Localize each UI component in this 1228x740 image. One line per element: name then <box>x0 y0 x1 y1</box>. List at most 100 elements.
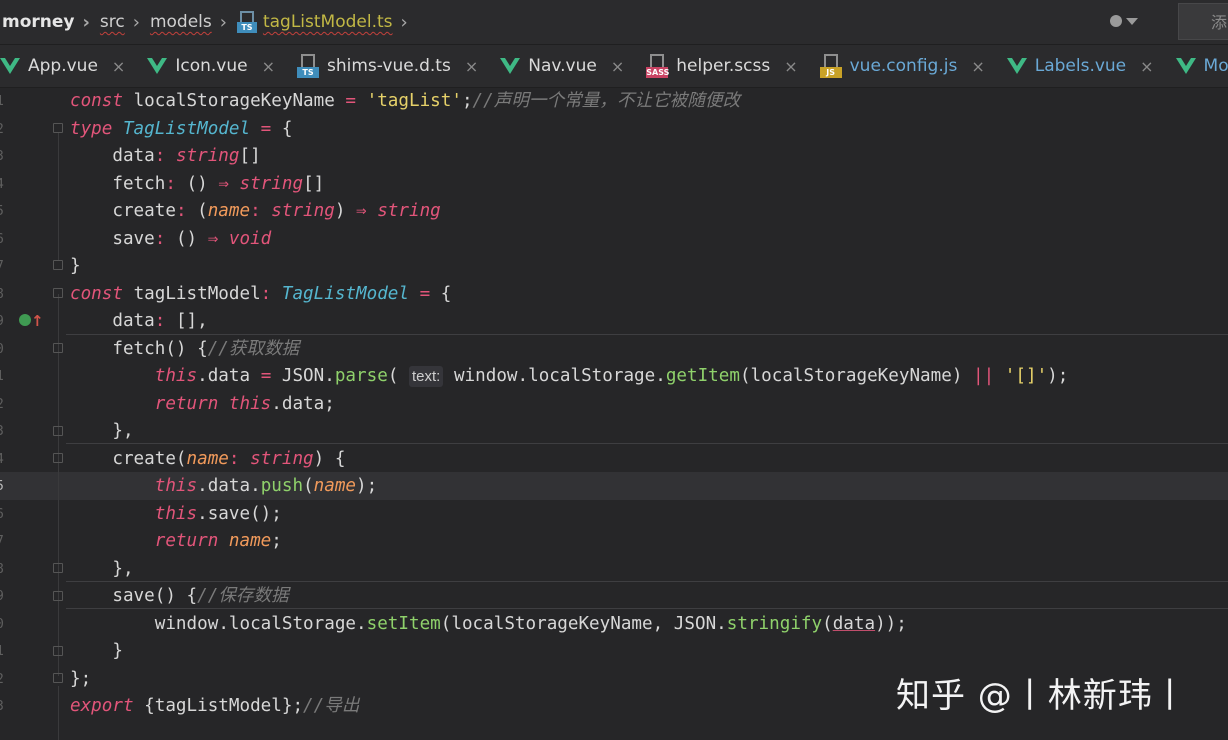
line-number: 9 <box>0 589 4 604</box>
tab-icon-vue[interactable]: Icon.vue × <box>147 56 275 76</box>
line-number: 6 <box>0 507 4 522</box>
code-line: data: [], <box>112 311 208 331</box>
close-icon[interactable]: × <box>611 57 624 76</box>
close-icon[interactable]: × <box>784 57 797 76</box>
tab-label: Money.vue <box>1203 56 1228 76</box>
vue-icon <box>0 58 20 74</box>
arrow-up-icon[interactable]: ↑ <box>31 312 44 330</box>
tab-nav-vue[interactable]: Nav.vue × <box>500 56 624 76</box>
fold-toggle-icon[interactable] <box>53 288 63 298</box>
user-icon <box>1110 15 1122 27</box>
fold-guide <box>58 686 59 740</box>
code-line: data: string[] <box>112 146 261 166</box>
line-number: 5 <box>0 479 4 494</box>
tab-shims-vue-d-ts[interactable]: TS shims-vue.d.ts × <box>296 54 478 78</box>
line-number: 7 <box>0 534 4 549</box>
fold-toggle-icon[interactable] <box>53 646 63 656</box>
line-number: 3 <box>0 699 4 714</box>
fold-guide <box>58 132 59 260</box>
method-separator <box>66 443 1228 444</box>
parameter-hint: text: <box>409 366 444 387</box>
tab-helper-scss[interactable]: SASS helper.scss × <box>646 54 798 78</box>
line-number: 4 <box>0 177 4 192</box>
line-number: 1 <box>0 644 4 659</box>
code-line: fetch: () ⇒ string[] <box>112 173 325 194</box>
code-line: this.save(); <box>154 503 282 524</box>
code-line: create: (name: string) ⇒ string <box>112 201 441 221</box>
chevron-right-icon: › <box>82 11 90 33</box>
tab-label: shims-vue.d.ts <box>326 56 451 76</box>
close-icon[interactable]: × <box>262 57 275 76</box>
tab-label: Labels.vue <box>1034 56 1127 76</box>
line-number: 1 <box>0 369 4 384</box>
line-number: 1 <box>0 94 4 109</box>
tab-app-vue[interactable]: App.vue × <box>0 56 125 76</box>
js-file-icon: JS <box>819 54 842 78</box>
code-line: fetch() {//获取数据 <box>112 338 300 359</box>
chevron-right-icon: › <box>400 11 408 33</box>
ts-file-icon: TS <box>296 54 319 78</box>
close-icon[interactable]: × <box>112 57 125 76</box>
line-number: 2 <box>0 122 4 137</box>
add-config-button[interactable]: 添 <box>1178 3 1228 40</box>
fold-toggle-icon[interactable] <box>53 426 63 436</box>
code-line: }, <box>112 421 134 441</box>
vue-icon <box>147 58 168 74</box>
tab-label: vue.config.js <box>849 56 958 76</box>
code-line: type TagListModel = { <box>70 118 293 139</box>
tab-label: App.vue <box>28 56 98 76</box>
vue-icon <box>1006 58 1027 74</box>
fold-toggle-icon[interactable] <box>53 591 63 601</box>
line-number: 0 <box>0 342 4 357</box>
close-icon[interactable]: × <box>465 57 478 76</box>
fold-toggle-icon[interactable] <box>53 673 63 683</box>
editor-tabs: App.vue × Icon.vue × TS shims-vue.d.ts ×… <box>0 45 1228 88</box>
sass-file-icon: SASS <box>646 54 669 78</box>
breadcrumb-item-project[interactable]: morney › <box>2 12 100 33</box>
breadcrumb-item-models[interactable]: models › <box>150 12 237 33</box>
fold-toggle-icon[interactable] <box>53 343 63 353</box>
tab-labels-vue[interactable]: Labels.vue × <box>1006 56 1154 76</box>
code-line: create(name: string) { <box>112 448 346 469</box>
code-line: this.data.push(name); <box>154 476 378 496</box>
code-line: return this.data; <box>154 393 335 414</box>
fold-toggle-icon[interactable] <box>53 563 63 573</box>
line-number: 9 <box>0 314 4 329</box>
breadcrumb-label: models <box>149 12 212 32</box>
close-icon[interactable]: × <box>971 57 984 76</box>
breadcrumb-item-file[interactable]: TS tagListModel.ts › <box>236 11 418 33</box>
tab-label: helper.scss <box>676 56 771 76</box>
tab-money-vue[interactable]: Money.vue <box>1175 56 1228 76</box>
tab-vue-config-js[interactable]: JS vue.config.js × <box>819 54 985 78</box>
breadcrumb-label: tagListModel.ts <box>262 12 393 32</box>
code-editor[interactable]: ↑ 1 2 3 4 5 6 7 8 9 0 1 2 3 4 5 6 7 8 9 0 1 2 3 const localSto… <box>0 88 1228 740</box>
line-number: 8 <box>0 287 4 302</box>
chevron-right-icon: › <box>219 11 227 33</box>
breadcrumb-label: src <box>99 12 125 32</box>
breadcrumb: morney › src › models › TS tagListModel.… <box>0 0 1228 45</box>
code-line: save: () ⇒ void <box>112 228 272 249</box>
close-icon[interactable]: × <box>1140 57 1153 76</box>
line-number: 5 <box>0 204 4 219</box>
line-number: 8 <box>0 562 4 577</box>
code-line: save() {//保存数据 <box>112 586 289 606</box>
fold-toggle-icon[interactable] <box>53 123 63 133</box>
fold-toggle-icon[interactable] <box>53 260 63 270</box>
code-line: window.localStorage.setItem(localStorage… <box>154 613 907 634</box>
line-number: 4 <box>0 452 4 467</box>
code-line: const tagListModel: TagListModel = { <box>70 283 452 304</box>
breadcrumb-item-src[interactable]: src › <box>100 12 150 33</box>
implements-icon[interactable] <box>19 314 31 326</box>
code-line: } <box>112 641 123 661</box>
method-separator <box>66 581 1228 582</box>
chevron-down-icon <box>1126 17 1138 25</box>
code-line: }, <box>112 558 134 579</box>
fold-toggle-icon[interactable] <box>53 453 63 463</box>
line-number: 2 <box>0 397 4 412</box>
user-menu-button[interactable] <box>1110 10 1156 32</box>
tab-label: Icon.vue <box>175 56 248 76</box>
vue-icon <box>500 58 521 74</box>
line-number: 3 <box>0 424 4 439</box>
code-line: export {tagListModel};//导出 <box>70 696 360 716</box>
code-line: this.data = JSON.parse( text: window.loc… <box>154 366 1069 387</box>
